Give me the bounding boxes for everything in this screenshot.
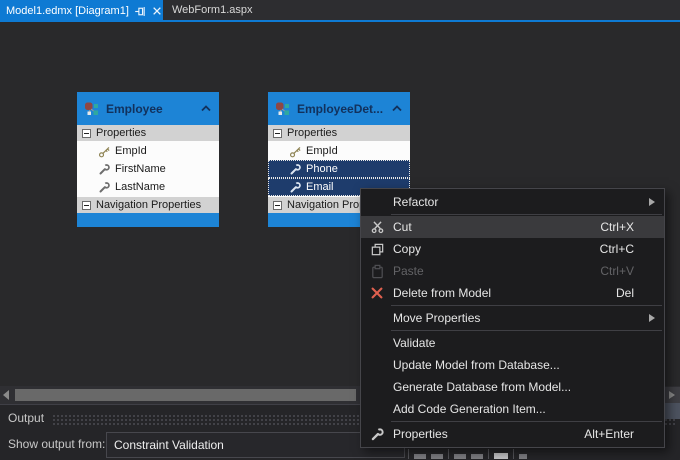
shortcut-label: Ctrl+V: [600, 264, 634, 278]
property-name: Email: [306, 181, 334, 193]
entity-footer: [77, 213, 219, 227]
menu-item-validate[interactable]: Validate: [361, 332, 664, 354]
chevron-up-icon[interactable]: [200, 104, 212, 113]
section-label: Properties: [96, 127, 146, 139]
chevron-up-icon[interactable]: [391, 104, 403, 113]
copy-icon: [361, 242, 393, 257]
menu-item-generate-database-from-model[interactable]: Generate Database from Model...: [361, 376, 664, 398]
property-row-empid[interactable]: EmpId: [268, 142, 410, 160]
menu-separator: [391, 214, 662, 215]
output-toolbar-icon[interactable]: [519, 454, 527, 459]
properties-section-header[interactable]: Properties: [77, 125, 219, 141]
toolbar-separator: [408, 449, 409, 459]
scissors-icon: [361, 220, 393, 235]
property-name: EmpId: [115, 145, 147, 157]
output-toolbar-icon[interactable]: [471, 454, 483, 459]
property-row-firstname[interactable]: FirstName: [77, 160, 219, 178]
scrollbar-corner-grip[interactable]: [665, 403, 680, 419]
key-icon: [288, 145, 302, 158]
property-row-empid[interactable]: EmpId: [77, 142, 219, 160]
output-panel-title: Output: [8, 411, 44, 425]
vs-window: Model1.edmx [Diagram1] WebForm1.aspx Emp…: [0, 0, 680, 460]
menu-item-refactor[interactable]: Refactor: [361, 191, 664, 213]
scroll-right-arrow-icon[interactable]: [664, 387, 680, 403]
menu-item-add-code-generation-item[interactable]: Add Code Generation Item...: [361, 398, 664, 420]
output-toolbar: [408, 449, 527, 459]
output-toolbar-icon[interactable]: [454, 454, 466, 459]
submenu-arrow-icon: [649, 314, 655, 322]
menu-item-update-model-from-database[interactable]: Update Model from Database...: [361, 354, 664, 376]
section-label: Navigation Properties: [96, 199, 201, 211]
tab-label: Model1.edmx [Diagram1]: [6, 5, 129, 17]
tab-label: WebForm1.aspx: [172, 4, 253, 16]
shortcut-label: Ctrl+C: [600, 242, 634, 256]
wrench-icon: [97, 163, 111, 176]
property-row-phone[interactable]: Phone: [268, 160, 410, 178]
tab-model1-edmx[interactable]: Model1.edmx [Diagram1]: [0, 0, 163, 22]
property-row-lastname[interactable]: LastName: [77, 178, 219, 196]
clipboard-icon: [361, 264, 393, 279]
collapse-expander-icon[interactable]: [273, 201, 282, 210]
entity-title: EmployeeDet...: [297, 102, 385, 116]
section-label: Properties: [287, 127, 337, 139]
toolbar-separator: [488, 449, 489, 459]
menu-separator: [391, 305, 662, 306]
context-menu: Refactor Cut Ctrl+X Copy Ctrl+C Paste Ct…: [360, 188, 665, 448]
menu-item-delete-from-model[interactable]: Delete from Model Del: [361, 282, 664, 304]
menu-item-move-properties[interactable]: Move Properties: [361, 307, 664, 329]
pin-icon[interactable]: [134, 4, 147, 18]
output-toolbar-icon[interactable]: [414, 454, 426, 459]
toolbar-separator: [448, 449, 449, 459]
tab-webform1-aspx[interactable]: WebForm1.aspx: [163, 0, 253, 20]
navigation-properties-section-header[interactable]: Navigation Properties: [77, 197, 219, 213]
shortcut-label: Ctrl+X: [600, 220, 634, 234]
document-tab-bar: Model1.edmx [Diagram1] WebForm1.aspx: [0, 0, 680, 22]
property-name: FirstName: [115, 163, 166, 175]
menu-item-properties[interactable]: Properties Alt+Enter: [361, 423, 664, 445]
wrench-icon: [97, 181, 111, 194]
shortcut-label: Alt+Enter: [584, 427, 634, 441]
collapse-expander-icon[interactable]: [82, 201, 91, 210]
property-name: LastName: [115, 181, 165, 193]
output-toolbar-icon[interactable]: [494, 453, 508, 459]
menu-separator: [391, 330, 662, 331]
entity-icon: [84, 101, 100, 117]
submenu-arrow-icon: [649, 198, 655, 206]
wrench-icon: [361, 427, 393, 442]
menu-separator: [391, 421, 662, 422]
wrench-icon: [288, 181, 302, 194]
collapse-expander-icon[interactable]: [82, 129, 91, 138]
collapse-expander-icon[interactable]: [273, 129, 282, 138]
output-toolbar-icon[interactable]: [431, 454, 443, 459]
menu-item-cut[interactable]: Cut Ctrl+X: [361, 216, 664, 238]
scroll-left-arrow-icon[interactable]: [3, 390, 9, 400]
menu-item-copy[interactable]: Copy Ctrl+C: [361, 238, 664, 260]
entity-employee-header[interactable]: Employee: [77, 92, 219, 125]
key-icon: [97, 145, 111, 158]
entity-icon: [275, 101, 291, 117]
show-output-from-label: Show output from:: [8, 437, 105, 451]
entity-title: Employee: [106, 102, 194, 116]
properties-list: EmpId FirstName LastName: [77, 141, 219, 197]
shortcut-label: Del: [616, 286, 634, 300]
property-name: EmpId: [306, 145, 338, 157]
scrollbar-thumb[interactable]: [15, 389, 356, 401]
wrench-icon: [288, 163, 302, 176]
entity-employee[interactable]: Employee Properties EmpId FirstName Last…: [77, 92, 219, 227]
menu-item-paste[interactable]: Paste Ctrl+V: [361, 260, 664, 282]
close-icon[interactable]: [152, 4, 162, 18]
toolbar-separator: [513, 449, 514, 459]
property-name: Phone: [306, 163, 338, 175]
red-x-icon: [361, 286, 393, 300]
properties-section-header[interactable]: Properties: [268, 125, 410, 141]
entity-employeedet-header[interactable]: EmployeeDet...: [268, 92, 410, 125]
